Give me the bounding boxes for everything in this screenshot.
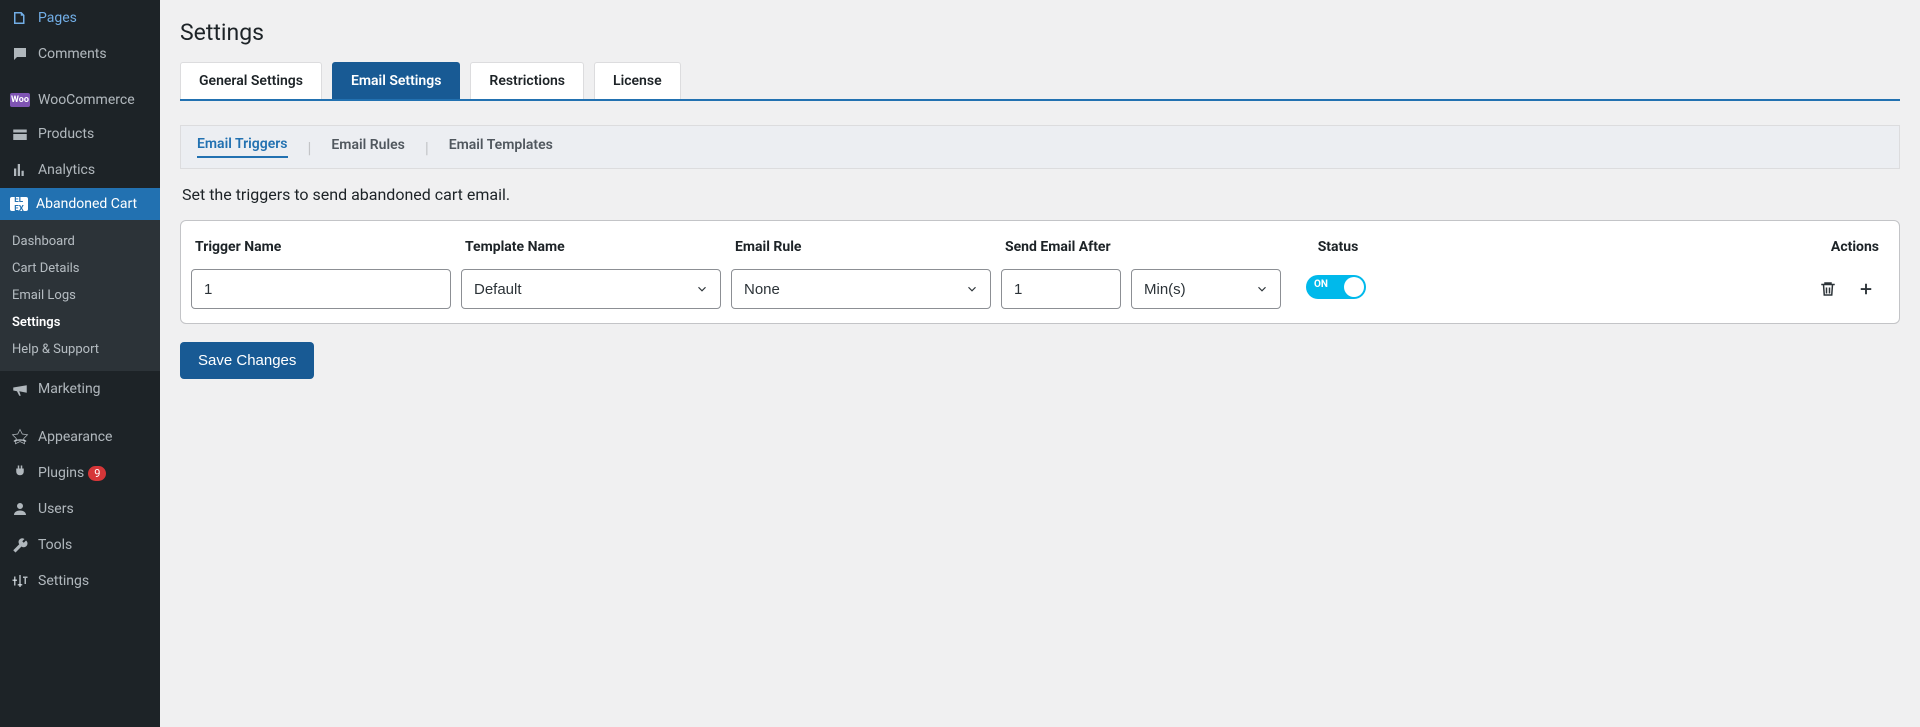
col-status: Status	[1291, 235, 1391, 269]
sidebar-item-marketing[interactable]: Marketing	[0, 371, 160, 407]
submenu-dashboard[interactable]: Dashboard	[0, 228, 160, 255]
tab-general-settings[interactable]: General Settings	[180, 62, 322, 99]
send-after-value-input[interactable]	[1001, 269, 1121, 309]
tab-restrictions[interactable]: Restrictions	[470, 62, 584, 99]
sidebar-label: Comments	[38, 46, 107, 62]
products-icon	[10, 124, 30, 144]
appearance-icon	[10, 427, 30, 447]
sidebar-label: Abandoned Cart	[36, 196, 137, 212]
col-send-after: Send Email After	[1001, 235, 1291, 269]
trigger-row: Default None	[191, 269, 1889, 309]
send-after-unit-select[interactable]: Min(s)	[1131, 269, 1281, 309]
woo-icon: Woo	[10, 93, 30, 107]
toggle-knob	[1344, 277, 1364, 297]
section-description: Set the triggers to send abandoned cart …	[182, 185, 1898, 204]
comments-icon	[10, 44, 30, 64]
elex-icon: ELEX	[10, 197, 28, 211]
add-icon[interactable]	[1853, 276, 1879, 302]
main-content: Settings General Settings Email Settings…	[160, 0, 1920, 727]
col-email-rule: Email Rule	[731, 235, 1001, 269]
template-name-select[interactable]: Default	[461, 269, 721, 309]
sidebar-label: Plugins	[38, 465, 84, 481]
trigger-name-input[interactable]	[191, 269, 451, 309]
sidebar-item-appearance[interactable]: Appearance	[0, 419, 160, 455]
analytics-icon	[10, 160, 30, 180]
sidebar-item-users[interactable]: Users	[0, 491, 160, 527]
sidebar-item-pages[interactable]: Pages	[0, 0, 160, 36]
users-icon	[10, 499, 30, 519]
col-actions: Actions	[1391, 235, 1889, 269]
col-trigger-name: Trigger Name	[191, 235, 461, 269]
sidebar-item-woocommerce[interactable]: Woo WooCommerce	[0, 84, 160, 116]
sidebar-label: WooCommerce	[38, 92, 135, 108]
marketing-icon	[10, 379, 30, 399]
email-rule-select[interactable]: None	[731, 269, 991, 309]
sidebar-item-analytics[interactable]: Analytics	[0, 152, 160, 188]
sidebar-label: Tools	[38, 537, 72, 553]
trigger-table: Trigger Name Template Name Email Rule Se…	[191, 235, 1889, 309]
tab-license[interactable]: License	[594, 62, 681, 99]
settings-icon	[10, 571, 30, 591]
tab-email-settings[interactable]: Email Settings	[332, 62, 460, 99]
sidebar-item-settings[interactable]: Settings	[0, 563, 160, 599]
plugins-badge: 9	[88, 466, 106, 481]
sidebar-item-plugins[interactable]: Plugins 9	[0, 455, 160, 491]
toggle-label: ON	[1314, 279, 1328, 290]
trigger-table-container: Trigger Name Template Name Email Rule Se…	[180, 220, 1900, 324]
submenu-settings[interactable]: Settings	[0, 309, 160, 336]
sidebar-label: Appearance	[38, 429, 112, 445]
tools-icon	[10, 535, 30, 555]
admin-sidebar: Pages Comments Woo WooCommerce Products …	[0, 0, 160, 727]
sidebar-label: Settings	[38, 573, 89, 589]
sidebar-item-products[interactable]: Products	[0, 116, 160, 152]
sidebar-label: Users	[38, 501, 74, 517]
sidebar-label: Marketing	[38, 381, 101, 397]
sidebar-submenu: Dashboard Cart Details Email Logs Settin…	[0, 220, 160, 371]
subtab-email-triggers[interactable]: Email Triggers	[197, 136, 288, 158]
settings-tabs: General Settings Email Settings Restrict…	[180, 62, 1900, 101]
email-subtabs: Email Triggers | Email Rules | Email Tem…	[180, 125, 1900, 169]
col-template-name: Template Name	[461, 235, 731, 269]
submenu-email-logs[interactable]: Email Logs	[0, 282, 160, 309]
page-title: Settings	[180, 10, 1900, 50]
subtab-separator: |	[308, 138, 312, 157]
sidebar-item-tools[interactable]: Tools	[0, 527, 160, 563]
sidebar-label: Analytics	[38, 162, 95, 178]
subtab-separator: |	[425, 138, 429, 157]
sidebar-item-abandoned-cart[interactable]: ELEX Abandoned Cart	[0, 188, 160, 220]
submenu-cart-details[interactable]: Cart Details	[0, 255, 160, 282]
save-changes-button[interactable]: Save Changes	[180, 342, 314, 379]
sidebar-label: Pages	[38, 10, 77, 26]
sidebar-label: Products	[38, 126, 94, 142]
plugins-icon	[10, 463, 30, 483]
delete-icon[interactable]	[1815, 276, 1841, 302]
status-toggle[interactable]: ON	[1306, 275, 1366, 299]
subtab-email-rules[interactable]: Email Rules	[331, 137, 404, 157]
subtab-email-templates[interactable]: Email Templates	[449, 137, 553, 157]
submenu-help-support[interactable]: Help & Support	[0, 336, 160, 363]
sidebar-item-comments[interactable]: Comments	[0, 36, 160, 72]
pages-icon	[10, 8, 30, 28]
